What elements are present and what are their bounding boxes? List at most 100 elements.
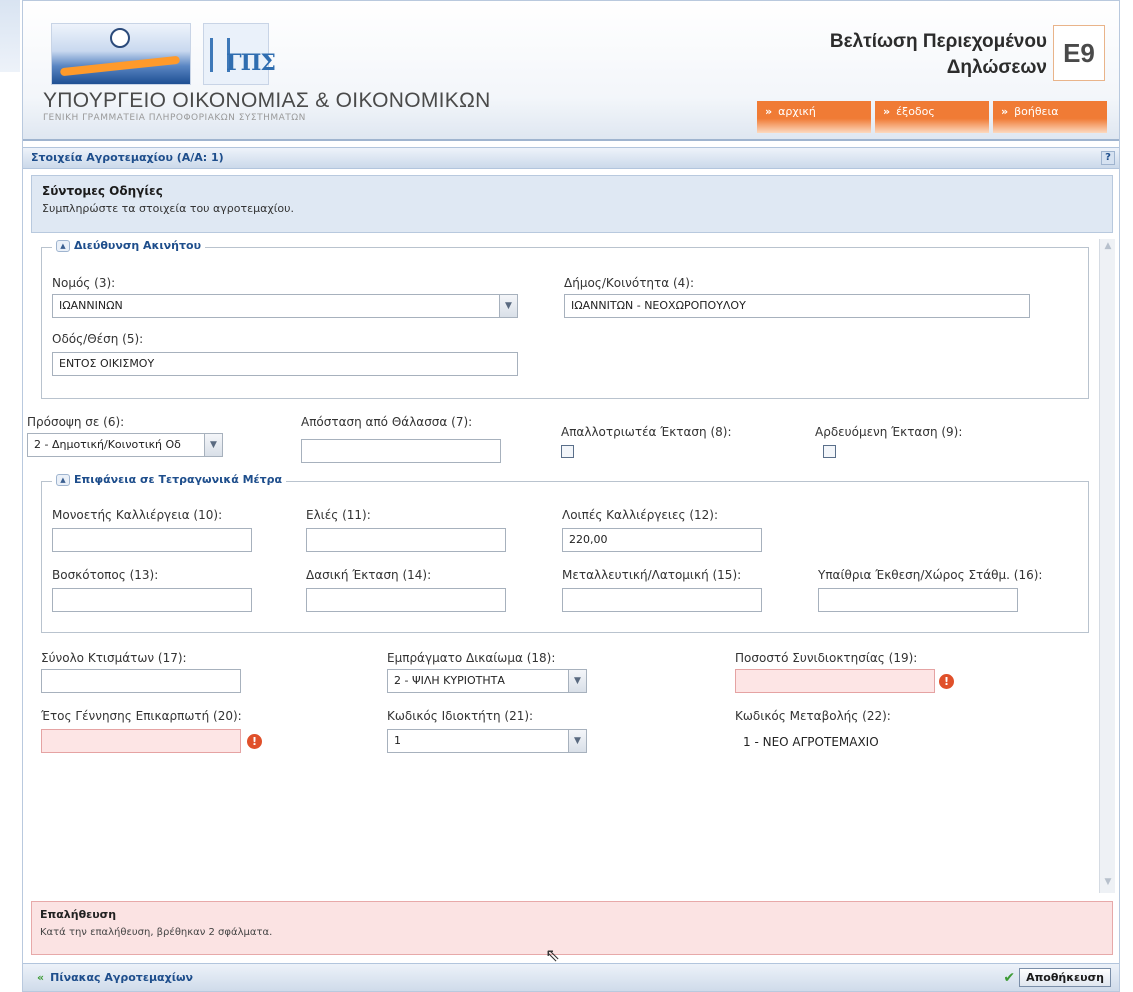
error-icon: !: [939, 674, 954, 689]
nav-help-label: βοήθεια: [1014, 105, 1059, 118]
prefecture-label: Νομός (3):: [52, 276, 116, 290]
street-value: ΕΝΤΟΣ ΟΙΚΙΣΜΟΥ: [59, 357, 155, 370]
instructions-title: Σύντομες Οδηγίες: [42, 184, 163, 198]
collapse-up-icon[interactable]: ▲: [56, 473, 70, 486]
co-ownership-field[interactable]: [735, 669, 935, 693]
scroll-up-icon[interactable]: ▲: [1102, 241, 1114, 255]
nav-home-label: αρχική: [778, 105, 816, 118]
instructions-text: Συμπληρώστε τα στοιχεία του αγροτεμαχίου…: [42, 202, 295, 215]
mining-field[interactable]: [562, 588, 762, 612]
save-label: Αποθήκευση: [1019, 968, 1111, 987]
app-title: Βελτίωση Περιεχομένου Δηλώσεων: [830, 29, 1047, 81]
validation-text: Κατά την επαλήθευση, βρέθηκαν 2 σφάλματα…: [40, 927, 273, 938]
co-ownership-label: Ποσοστό Συνιδιοκτησίας (19):: [735, 651, 918, 665]
change-code-value: 1 - ΝΕΟ ΑΓΡΟΤΕΜΑΧΙΟ: [743, 735, 879, 749]
ministry-name: ΥΠΟΥΡΓΕΙΟ ΟΙΚΟΝΟΜΙΑΣ & ΟΙΚΟΝΟΜΙΚΩΝ: [43, 89, 491, 112]
parcels-table-label: Πίνακας Αγροτεμαχίων: [50, 971, 194, 984]
frontage-value: 2 - Δημοτική/Κοινοτική Οδ: [34, 438, 181, 451]
olives-field[interactable]: [306, 528, 506, 552]
prefecture-value: ΙΩΑΝΝΙΝΩΝ: [59, 299, 123, 312]
gsis-logo: ΓΠΣ: [203, 23, 276, 85]
mono-crop-label: Μονοετής Καλλιέργεια (10):: [52, 508, 223, 522]
chevron-down-icon[interactable]: ▼: [204, 434, 222, 456]
mining-label: Μεταλλευτική/Λατομική (15):: [562, 568, 742, 582]
prefecture-select[interactable]: ΙΩΑΝΝΙΝΩΝ ▼: [52, 294, 518, 318]
double-left-arrow-icon: «: [37, 971, 45, 984]
real-right-label: Εμπράγματο Δικαίωμα (18):: [387, 651, 556, 665]
expropriated-checkbox[interactable]: [561, 445, 574, 458]
swoosh-decoration: [59, 55, 181, 77]
birth-year-field[interactable]: [41, 729, 241, 753]
street-label: Οδός/Θέση (5):: [52, 332, 144, 346]
window-left-strip: [0, 0, 20, 72]
address-legend: ▲ Διεύθυνση Ακινήτου: [52, 239, 205, 252]
irrigated-checkbox[interactable]: [823, 445, 836, 458]
gsis-subtitle: ΓΕΝΙΚΗ ΓΡΑΜΜΑΤΕΙΑ ΠΛΗΡΟΦΟΡΙΑΚΩΝ ΣΥΣΤΗΜΑΤ…: [43, 113, 306, 123]
change-code-label: Κωδικός Μεταβολής (22):: [735, 709, 891, 723]
save-button[interactable]: ✔ Αποθήκευση: [1003, 967, 1111, 988]
nav-home-button[interactable]: » αρχική: [757, 101, 871, 133]
page-header: ΓΠΣ ΥΠΟΥΡΓΕΙΟ ΟΙΚΟΝΟΜΙΑΣ & ΟΙΚΟΝΟΜΙΚΩΝ Γ…: [23, 1, 1119, 141]
app-title-line2: Δηλώσεων: [946, 57, 1047, 78]
street-field[interactable]: ΕΝΤΟΣ ΟΙΚΙΣΜΟΥ: [52, 352, 518, 376]
gsis-logo-text: ΓΠΣ: [226, 50, 276, 76]
frontage-select[interactable]: 2 - Δημοτική/Κοινοτική Οδ ▼: [27, 433, 223, 457]
buildings-field[interactable]: [41, 669, 241, 693]
real-right-select[interactable]: 2 - ΨΙΛΗ ΚΥΡΙΟΤΗΤΑ ▼: [387, 669, 587, 693]
address-legend-label: Διεύθυνση Ακινήτου: [74, 239, 201, 252]
instructions-panel: Σύντομες Οδηγίες Συμπληρώστε τα στοιχεία…: [31, 175, 1113, 233]
buildings-label: Σύνολο Κτισμάτων (17):: [41, 651, 187, 665]
forest-field[interactable]: [306, 588, 506, 612]
surface-legend: ▲ Επιφάνεια σε Τετραγωνικά Μέτρα: [52, 473, 287, 486]
expropriated-label: Απαλλοτριωτέα Έκταση (8):: [561, 425, 732, 439]
surface-group: ▲ Επιφάνεια σε Τετραγωνικά Μέτρα Μονοετή…: [41, 473, 1089, 633]
real-right-value: 2 - ΨΙΛΗ ΚΥΡΙΟΤΗΤΑ: [394, 674, 505, 687]
municipality-label: Δήμος/Κοινότητα (4):: [564, 276, 695, 290]
owner-code-label: Κωδικός Ιδιοκτήτη (21):: [387, 709, 534, 723]
ministry-logo: [51, 23, 191, 85]
outdoor-field[interactable]: [818, 588, 1018, 612]
scroll-down-icon[interactable]: ▼: [1102, 877, 1114, 891]
sea-distance-field[interactable]: [301, 439, 501, 463]
nav-exit-label: έξοδος: [896, 105, 935, 118]
olives-label: Ελιές (11):: [306, 508, 371, 522]
pasture-label: Βοσκότοπος (13):: [52, 568, 159, 582]
owner-code-select[interactable]: 1 ▼: [387, 729, 587, 753]
pasture-field[interactable]: [52, 588, 252, 612]
form-badge: E9: [1053, 25, 1105, 81]
forest-label: Δασική Έκταση (14):: [306, 568, 432, 582]
other-crops-field[interactable]: 220,00: [562, 528, 762, 552]
app-frame: ΓΠΣ ΥΠΟΥΡΓΕΙΟ ΟΙΚΟΝΟΜΙΑΣ & ΟΙΚΟΝΟΜΙΚΩΝ Γ…: [22, 0, 1120, 992]
error-icon: !: [247, 734, 262, 749]
form-scrollbar[interactable]: ▲ ▼: [1099, 239, 1115, 893]
chevron-right-icon: »: [1001, 105, 1009, 118]
mono-crop-field[interactable]: [52, 528, 252, 552]
surface-legend-label: Επιφάνεια σε Τετραγωνικά Μέτρα: [74, 473, 283, 486]
chevron-down-icon[interactable]: ▼: [499, 295, 517, 317]
sea-distance-label: Απόσταση από Θάλασσα (7):: [301, 415, 473, 429]
coat-of-arms-icon: [110, 28, 130, 48]
nav-exit-button[interactable]: » έξοδος: [875, 101, 989, 133]
municipality-value: ΙΩΑΝΝΙΤΩΝ - ΝΕΟΧΩΡΟΠΟΥΛΟΥ: [571, 299, 746, 312]
section-title: Στοιχεία Αγροτεμαχίου (Α/Α: 1): [31, 151, 224, 164]
section-bar: Στοιχεία Αγροτεμαχίου (Α/Α: 1) ?: [23, 147, 1119, 169]
other-crops-label: Λοιπές Καλλιέργειες (12):: [562, 508, 718, 522]
nav-help-button[interactable]: » βοήθεια: [993, 101, 1107, 133]
municipality-field[interactable]: ΙΩΑΝΝΙΤΩΝ - ΝΕΟΧΩΡΟΠΟΥΛΟΥ: [564, 294, 1030, 318]
validation-title: Επαλήθευση: [40, 908, 117, 921]
birth-year-label: Έτος Γέννησης Επικαρπωτή (20):: [41, 709, 242, 723]
parcels-table-link[interactable]: « Πίνακας Αγροτεμαχίων: [37, 971, 193, 984]
checkmark-icon: ✔: [1003, 969, 1016, 986]
owner-code-value: 1: [394, 734, 401, 747]
help-icon[interactable]: ?: [1101, 151, 1115, 165]
outdoor-label: Υπαίθρια Έκθεση/Χώρος Στάθμ. (16):: [818, 568, 1043, 582]
chevron-down-icon[interactable]: ▼: [568, 670, 586, 692]
chevron-right-icon: »: [883, 105, 891, 118]
address-group: ▲ Διεύθυνση Ακινήτου Νομός (3): ΙΩΑΝΝΙΝΩ…: [41, 239, 1089, 399]
frontage-label: Πρόσοψη σε (6):: [27, 415, 125, 429]
chevron-right-icon: »: [765, 105, 773, 118]
chevron-down-icon[interactable]: ▼: [568, 730, 586, 752]
bottom-toolbar: « Πίνακας Αγροτεμαχίων ✔ Αποθήκευση: [23, 963, 1119, 991]
validation-panel: Επαλήθευση Κατά την επαλήθευση, βρέθηκαν…: [31, 901, 1113, 955]
collapse-up-icon[interactable]: ▲: [56, 239, 70, 252]
